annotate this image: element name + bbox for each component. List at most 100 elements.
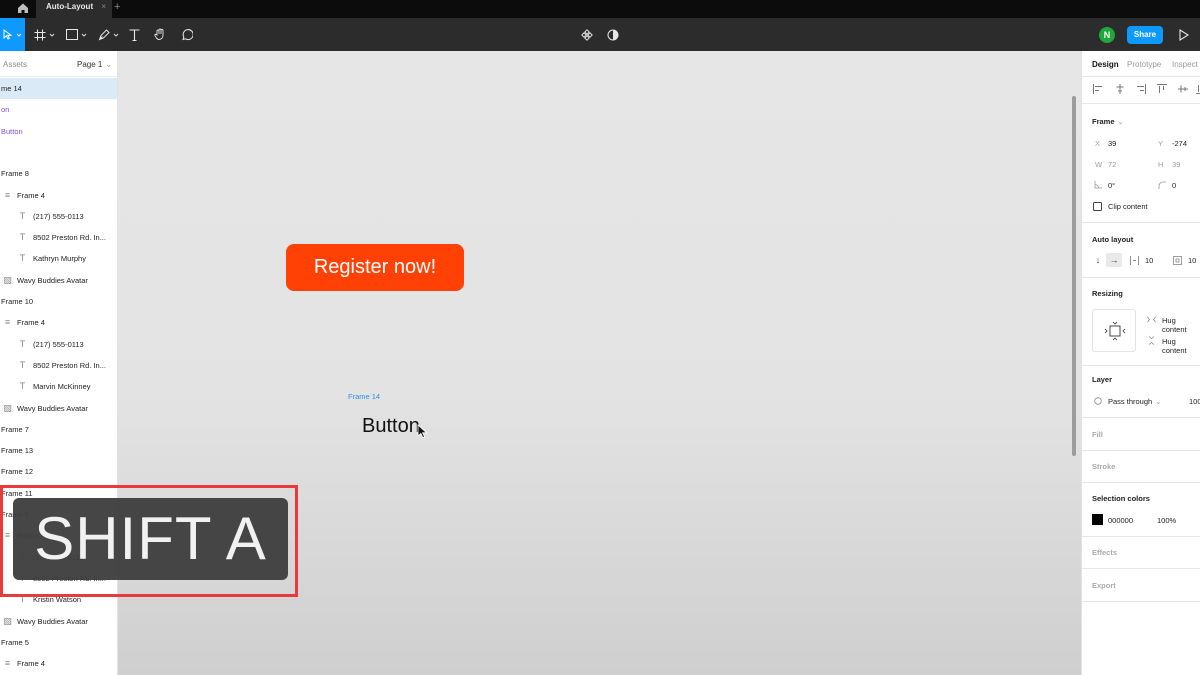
- chevron-down-icon: ⌄: [1155, 397, 1162, 406]
- align-bottom-icon[interactable]: [1196, 84, 1200, 94]
- divider: [1082, 536, 1200, 537]
- layer-row[interactable]: T Marvin McKinney: [0, 376, 117, 397]
- tab-design[interactable]: Design: [1092, 60, 1119, 69]
- layer-label: 8502 Preston Rd. In...: [33, 360, 106, 370]
- frame-section-title[interactable]: Frame ⌄: [1092, 117, 1124, 126]
- fill-section-title[interactable]: Fill: [1092, 430, 1103, 439]
- text-layer-icon: T: [19, 381, 26, 392]
- layer-row[interactable]: [0, 142, 117, 163]
- align-top-icon[interactable]: [1157, 84, 1167, 94]
- align-horizontal-center-icon[interactable]: [1115, 84, 1125, 94]
- rectangle-icon: [65, 29, 78, 40]
- layer-row[interactable]: Frame 13: [0, 440, 117, 461]
- home-icon[interactable]: [17, 2, 29, 14]
- layer-row[interactable]: Frame 7: [0, 419, 117, 440]
- text-tool-button[interactable]: [125, 18, 143, 51]
- selection-color-swatch[interactable]: [1092, 514, 1103, 525]
- close-tab-icon[interactable]: ×: [101, 0, 106, 14]
- page-selector-label: Page 1: [77, 60, 103, 69]
- layer-row[interactable]: T Kathryn Murphy: [0, 248, 117, 269]
- layer-row[interactable]: Button: [0, 121, 117, 142]
- button-text-layer[interactable]: Button: [362, 415, 420, 438]
- tab-auto-layout[interactable]: Auto-Layout ×: [36, 0, 112, 18]
- horizontal-direction-button[interactable]: →: [1106, 253, 1122, 267]
- layer-row[interactable]: ≡ Frame 4: [0, 312, 117, 333]
- pen-tool-button[interactable]: [95, 18, 121, 51]
- hand-tool-button[interactable]: [151, 18, 169, 51]
- padding-input[interactable]: 10: [1188, 256, 1196, 265]
- comment-icon: [182, 28, 193, 40]
- layer-row[interactable]: ▧ Wavy Buddies Avatar: [0, 270, 117, 291]
- layer-row[interactable]: me 14: [0, 78, 117, 99]
- export-section-title[interactable]: Export: [1092, 581, 1116, 590]
- new-tab-icon[interactable]: +: [114, 0, 120, 14]
- selection-color-opacity[interactable]: 100%: [1157, 516, 1176, 525]
- divider: [1082, 222, 1200, 223]
- assets-tab[interactable]: Assets: [3, 60, 27, 69]
- comment-tool-button[interactable]: [178, 18, 196, 51]
- vertical-resizing-icon: [1148, 336, 1155, 345]
- text-layer-icon: T: [19, 359, 26, 370]
- resizing-preview[interactable]: [1092, 309, 1136, 352]
- toolbar: [0, 18, 1200, 51]
- chevron-down-icon: ⌄: [105, 60, 113, 69]
- spacing-input[interactable]: 10: [1145, 256, 1153, 265]
- canvas-scrollbar[interactable]: [1072, 96, 1076, 456]
- layer-label: 8502 Preston Rd. In...: [33, 233, 106, 243]
- layer-label: on: [1, 105, 10, 115]
- resizing-section-title: Resizing: [1092, 289, 1123, 298]
- layer-opacity-input[interactable]: 100: [1189, 397, 1200, 406]
- layer-row[interactable]: on: [0, 99, 117, 120]
- rotation-input[interactable]: 0°: [1108, 181, 1115, 190]
- layer-row[interactable]: T (217) 555-0113: [0, 206, 117, 227]
- layer-row[interactable]: ≡ Frame 4: [0, 653, 117, 674]
- tab-prototype[interactable]: Prototype: [1127, 60, 1161, 69]
- divider: [1082, 277, 1200, 278]
- w-input[interactable]: 72: [1108, 160, 1116, 169]
- clip-content-checkbox[interactable]: [1093, 202, 1102, 211]
- layer-row[interactable]: Frame 8: [0, 163, 117, 184]
- x-input[interactable]: 39: [1108, 139, 1116, 148]
- layer-row[interactable]: T 8502 Preston Rd. In...: [0, 355, 117, 376]
- layer-row[interactable]: Frame 12: [0, 461, 117, 482]
- h-input[interactable]: 39: [1172, 160, 1180, 169]
- component-tool-button[interactable]: [579, 18, 595, 51]
- layer-row[interactable]: Frame 5: [0, 632, 117, 653]
- page-selector[interactable]: Page 1 ⌄: [77, 60, 112, 69]
- register-now-button[interactable]: Register now!: [286, 244, 464, 291]
- layer-row[interactable]: ▧ Wavy Buddies Avatar: [0, 611, 117, 632]
- horizontal-resizing-select[interactable]: Hug content: [1162, 316, 1200, 334]
- layer-row[interactable]: T (217) 555-0113: [0, 334, 117, 355]
- vertical-resizing-select[interactable]: Hug content: [1162, 337, 1200, 355]
- tab-bar: Auto-Layout × +: [0, 0, 1200, 18]
- share-button[interactable]: Share: [1127, 26, 1163, 44]
- component-icon: [581, 28, 593, 41]
- layer-row[interactable]: T 8502 Preston Rd. In...: [0, 227, 117, 248]
- frame-section-label: Frame: [1092, 117, 1115, 126]
- user-avatar[interactable]: N: [1099, 27, 1115, 43]
- present-icon[interactable]: [1177, 27, 1191, 43]
- contrast-tool-button[interactable]: [605, 18, 621, 51]
- shape-tool-button[interactable]: [63, 18, 89, 51]
- corner-radius-input[interactable]: 0: [1172, 181, 1176, 190]
- divider: [1082, 568, 1200, 569]
- layer-row[interactable]: ≡ Frame 4: [0, 185, 117, 206]
- y-input[interactable]: -274: [1172, 139, 1187, 148]
- tab-inspect[interactable]: Inspect: [1172, 60, 1198, 69]
- divider: [1082, 601, 1200, 602]
- move-tool-button[interactable]: [0, 18, 25, 51]
- selection-color-hex[interactable]: 000000: [1108, 516, 1133, 525]
- frame-tool-button[interactable]: [32, 18, 56, 51]
- text-layer-icon: T: [19, 210, 26, 221]
- move-arrow-icon: [3, 29, 13, 40]
- blend-mode-select[interactable]: Pass through ⌄: [1108, 397, 1162, 406]
- vertical-direction-button[interactable]: ↓: [1090, 253, 1106, 267]
- layer-row[interactable]: Frame 10: [0, 291, 117, 312]
- layer-row[interactable]: ▧ Wavy Buddies Avatar: [0, 398, 117, 419]
- effects-section-title[interactable]: Effects: [1092, 548, 1117, 557]
- align-vertical-center-icon[interactable]: [1178, 84, 1188, 94]
- frame-14-label[interactable]: Frame 14: [348, 392, 380, 401]
- align-left-icon[interactable]: [1093, 84, 1103, 94]
- align-right-icon[interactable]: [1136, 84, 1146, 94]
- stroke-section-title[interactable]: Stroke: [1092, 462, 1115, 471]
